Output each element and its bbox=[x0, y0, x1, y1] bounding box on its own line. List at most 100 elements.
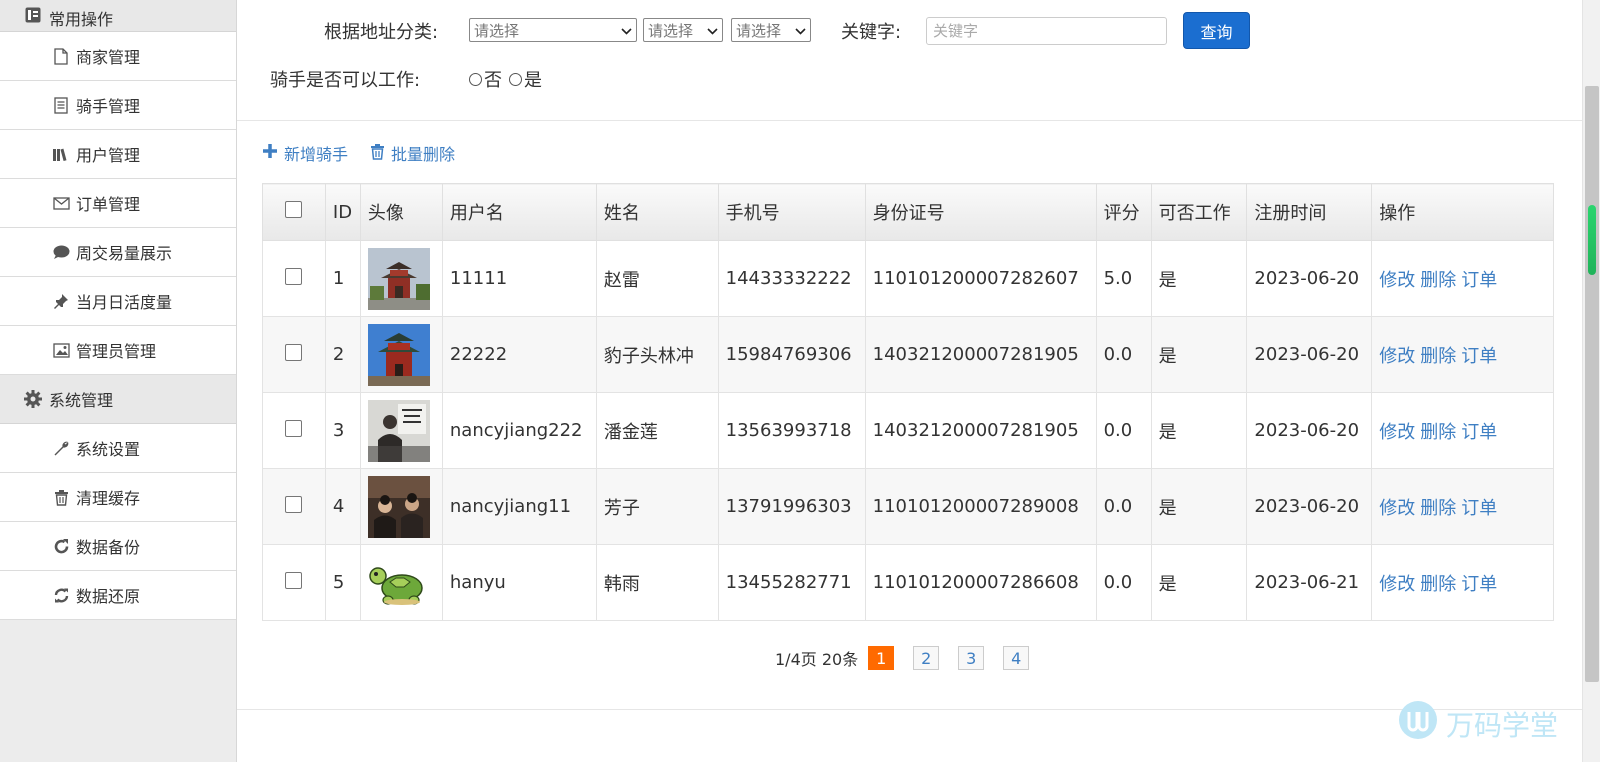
toolbar: 新增骑手 批量删除 bbox=[262, 141, 455, 165]
radio-yes[interactable]: 是 bbox=[509, 66, 542, 92]
orders-link[interactable]: 订单 bbox=[1461, 422, 1497, 443]
cell-username: nancyjiang222 bbox=[441, 392, 597, 469]
sidebar-item-weekly-trade[interactable]: 周交易量展示 bbox=[0, 228, 236, 277]
row-checkbox[interactable] bbox=[285, 267, 303, 285]
table-row: 4 nancyjiang11 芳子 13791996303 1101012000… bbox=[262, 468, 1554, 545]
sidebar-group-label: 系统管理 bbox=[49, 391, 114, 410]
sidebar-item-settings[interactable]: 系统设置 bbox=[0, 424, 236, 473]
pushpin-icon bbox=[52, 292, 70, 310]
delete-link[interactable]: 删除 bbox=[1420, 498, 1456, 519]
work-filter-label: 骑手是否可以工作: bbox=[270, 70, 421, 91]
sidebar-item-restore[interactable]: 数据还原 bbox=[0, 571, 236, 620]
radio-yes-label: 是 bbox=[524, 70, 542, 91]
cell-idcard: 110101200007282607 bbox=[864, 240, 1097, 317]
table-row: 5 hanyu 韩雨 13455282771 11010120000728660… bbox=[262, 544, 1554, 621]
orders-link[interactable]: 订单 bbox=[1461, 498, 1497, 519]
query-button[interactable]: 查询 bbox=[1183, 12, 1250, 49]
avatar-image-tower bbox=[367, 323, 430, 386]
cell-name: 潘金莲 bbox=[595, 392, 719, 469]
row-checkbox[interactable] bbox=[285, 495, 303, 513]
cell-avatar bbox=[359, 468, 443, 545]
edit-link[interactable]: 修改 bbox=[1379, 346, 1415, 367]
cell-phone: 15984769306 bbox=[717, 316, 866, 393]
cell-work: 是 bbox=[1150, 316, 1248, 393]
radio-circle[interactable] bbox=[469, 72, 482, 86]
cell-avatar bbox=[359, 316, 443, 393]
sidebar-item-label: 数据备份 bbox=[76, 538, 141, 557]
row-checkbox[interactable] bbox=[285, 419, 303, 437]
column-header: 姓名 bbox=[595, 183, 719, 241]
column-header: 手机号 bbox=[717, 183, 866, 241]
radio-no[interactable]: 否 bbox=[469, 66, 502, 92]
cell-date: 2023-06-20 bbox=[1246, 240, 1373, 317]
delete-link[interactable]: 删除 bbox=[1420, 422, 1456, 443]
cell-work: 是 bbox=[1150, 240, 1248, 317]
table-row: 3 nancyjiang222 潘金莲 13563993718 14032120… bbox=[262, 392, 1554, 469]
avatar-image-tower bbox=[367, 247, 430, 310]
cell-id: 4 bbox=[324, 468, 361, 545]
scroll-indicator bbox=[1588, 205, 1596, 275]
cell-score: 0.0 bbox=[1095, 544, 1152, 621]
sidebar-item-merchant[interactable]: 商家管理 bbox=[0, 32, 236, 81]
page-button-current[interactable]: 1 bbox=[868, 646, 895, 670]
delete-link[interactable]: 删除 bbox=[1420, 574, 1456, 595]
page-button[interactable]: 2 bbox=[913, 646, 940, 670]
scrollbar-thumb[interactable] bbox=[1585, 86, 1599, 682]
orders-link[interactable]: 订单 bbox=[1461, 270, 1497, 291]
cell-work: 是 bbox=[1150, 544, 1248, 621]
sidebar-item-order[interactable]: 订单管理 bbox=[0, 179, 236, 228]
province-select[interactable]: 请选择 bbox=[469, 18, 637, 42]
sidebar-group-system[interactable]: 系统管理 bbox=[0, 375, 236, 424]
cell-id: 2 bbox=[324, 316, 361, 393]
district-select[interactable]: 请选择 bbox=[731, 18, 811, 42]
row-checkbox[interactable] bbox=[285, 571, 303, 589]
sidebar-item-clear-cache[interactable]: 清理缓存 bbox=[0, 473, 236, 522]
watermark-logo-icon bbox=[1398, 700, 1438, 747]
watermark: 万码学堂 bbox=[1398, 700, 1558, 747]
add-rider-button[interactable]: 新增骑手 bbox=[262, 141, 348, 165]
trash-icon bbox=[52, 488, 70, 506]
orders-link[interactable]: 订单 bbox=[1461, 574, 1497, 595]
rider-table: ID 头像 用户名 姓名 手机号 身份证号 评分 可否工作 注册时间 操作 1 bbox=[262, 183, 1554, 621]
edit-link[interactable]: 修改 bbox=[1379, 498, 1415, 519]
city-select[interactable]: 请选择 bbox=[643, 18, 723, 42]
row-select-cell bbox=[262, 240, 326, 317]
sidebar-item-admin[interactable]: 管理员管理 bbox=[0, 326, 236, 375]
cell-phone: 13455282771 bbox=[717, 544, 866, 621]
batch-delete-button[interactable]: 批量删除 bbox=[370, 141, 455, 165]
cell-name: 赵雷 bbox=[595, 240, 719, 317]
row-checkbox[interactable] bbox=[285, 343, 303, 361]
sidebar-item-monthly-active[interactable]: 当月日活度量 bbox=[0, 277, 236, 326]
cell-score: 0.0 bbox=[1095, 392, 1152, 469]
sidebar-item-backup[interactable]: 数据备份 bbox=[0, 522, 236, 571]
column-header: 注册时间 bbox=[1246, 183, 1373, 241]
delete-link[interactable]: 删除 bbox=[1420, 346, 1456, 367]
edit-link[interactable]: 修改 bbox=[1379, 422, 1415, 443]
cell-date: 2023-06-20 bbox=[1246, 468, 1373, 545]
sidebar-item-user[interactable]: 用户管理 bbox=[0, 130, 236, 179]
cell-date: 2023-06-21 bbox=[1246, 544, 1373, 621]
column-header: 头像 bbox=[359, 183, 443, 241]
column-header: ID bbox=[324, 183, 361, 241]
picture-icon bbox=[52, 341, 70, 359]
cell-idcard: 140321200007281905 bbox=[864, 316, 1097, 393]
sidebar-group-common[interactable]: 常用操作 bbox=[0, 0, 236, 32]
edit-link[interactable]: 修改 bbox=[1379, 574, 1415, 595]
page-button[interactable]: 4 bbox=[1003, 646, 1030, 670]
orders-link[interactable]: 订单 bbox=[1461, 346, 1497, 367]
add-rider-label: 新增骑手 bbox=[284, 145, 349, 164]
column-header: 身份证号 bbox=[864, 183, 1097, 241]
page-button[interactable]: 3 bbox=[958, 646, 985, 670]
select-all-checkbox[interactable] bbox=[285, 201, 303, 218]
cell-id: 5 bbox=[324, 544, 361, 621]
cell-avatar bbox=[359, 544, 443, 621]
radio-circle[interactable] bbox=[509, 72, 522, 86]
sidebar: 常用操作 商家管理 骑手管理 用户管理 订单管理 周交易量展示 当月日活度量 管… bbox=[0, 0, 237, 762]
keyword-input[interactable] bbox=[926, 17, 1167, 45]
sidebar-item-rider[interactable]: 骑手管理 bbox=[0, 81, 236, 130]
cell-date: 2023-06-20 bbox=[1246, 316, 1373, 393]
vertical-scrollbar[interactable] bbox=[1582, 0, 1600, 762]
cell-name: 豹子头林冲 bbox=[595, 316, 719, 393]
delete-link[interactable]: 删除 bbox=[1420, 270, 1456, 291]
edit-link[interactable]: 修改 bbox=[1379, 270, 1415, 291]
